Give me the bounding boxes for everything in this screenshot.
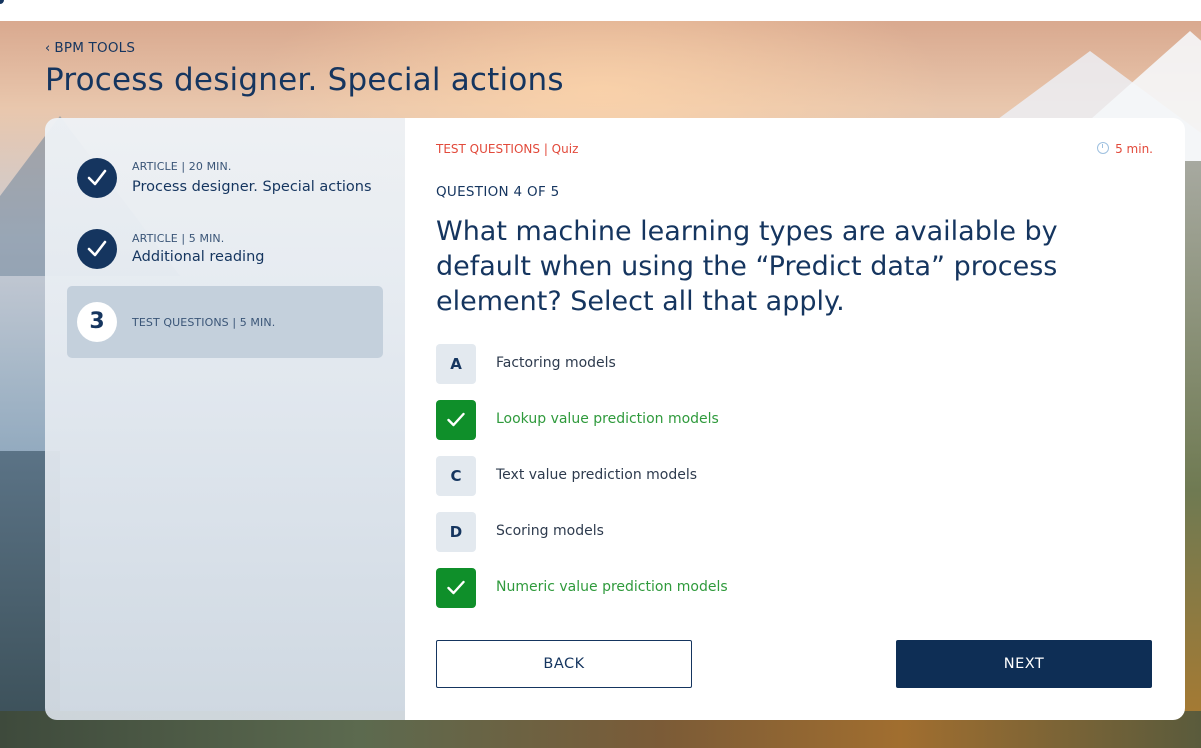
top-bar (0, 0, 1201, 21)
chevron-left-icon: ‹ (45, 41, 51, 56)
answer-option-e[interactable]: Numeric value prediction models (436, 568, 1036, 608)
step-number-badge: 3 (77, 302, 117, 342)
step-item-article-1[interactable]: ARTICLE | 20 MIN. Process designer. Spec… (67, 140, 383, 218)
back-button[interactable]: BACK (436, 640, 692, 688)
step-title: Process designer. Special actions (132, 179, 372, 195)
next-button[interactable]: NEXT (896, 640, 1152, 688)
answer-option-a[interactable]: A Factoring models (436, 344, 1036, 384)
quiz-panel: TEST QUESTIONS | Quiz 5 min. QUESTION 4 … (405, 118, 1185, 720)
step-title: Additional reading (132, 249, 265, 265)
option-label: Numeric value prediction models (496, 579, 728, 595)
option-letter-badge: C (436, 456, 476, 496)
checkmark-icon (77, 229, 117, 269)
page-title: Process designer. Special actions (45, 62, 564, 98)
option-label: Lookup value prediction models (496, 411, 719, 427)
step-item-article-2[interactable]: ARTICLE | 5 MIN. Additional reading (67, 218, 383, 290)
checkmark-icon (447, 412, 465, 427)
step-meta: TEST QUESTIONS | 5 MIN. (132, 316, 276, 329)
option-checkbox (436, 568, 476, 608)
breadcrumb-label: BPM TOOLS (54, 40, 136, 56)
step-meta: ARTICLE | 20 MIN. (132, 160, 232, 173)
checkmark-icon (77, 158, 117, 198)
lesson-steps-sidebar: ARTICLE | 20 MIN. Process designer. Spec… (45, 118, 405, 720)
quiz-tag: TEST QUESTIONS | Quiz (436, 142, 579, 156)
option-letter-badge: A (436, 344, 476, 384)
option-label: Factoring models (496, 355, 616, 371)
option-letter-badge: D (436, 512, 476, 552)
option-label: Scoring models (496, 523, 604, 539)
lesson-card: ARTICLE | 20 MIN. Process designer. Spec… (45, 118, 1185, 720)
question-counter: QUESTION 4 OF 5 (436, 184, 560, 200)
answer-option-d[interactable]: D Scoring models (436, 512, 1036, 552)
option-checkbox (436, 400, 476, 440)
duration-text: 5 min. (1115, 142, 1153, 156)
duration-label: 5 min. (1097, 142, 1153, 156)
clock-icon (1097, 142, 1110, 154)
step-meta: ARTICLE | 5 MIN. (132, 232, 225, 245)
option-label: Text value prediction models (496, 467, 698, 483)
question-text: What machine learning types are availabl… (436, 216, 1058, 317)
answer-option-b[interactable]: Lookup value prediction models (436, 400, 1036, 440)
breadcrumb-back-link[interactable]: ‹ BPM TOOLS (45, 40, 135, 56)
logo-fragment (0, 0, 4, 4)
step-item-test-questions[interactable]: 3 TEST QUESTIONS | 5 MIN. (67, 286, 383, 358)
answer-option-c[interactable]: C Text value prediction models (436, 456, 1036, 496)
checkmark-icon (447, 580, 465, 595)
